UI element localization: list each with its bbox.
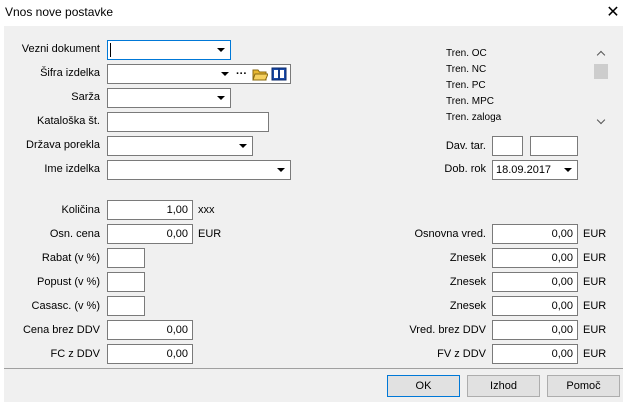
cena-brez-ddv-input[interactable]: 0,00 bbox=[107, 320, 193, 340]
label-drzava-porekla: Država porekla bbox=[26, 139, 100, 151]
ime-izdelka-combo[interactable] bbox=[107, 160, 291, 180]
ok-button[interactable]: OK bbox=[387, 375, 460, 397]
osn-cena-unit: EUR bbox=[198, 228, 222, 240]
fv-z-ddv-unit: EUR bbox=[583, 348, 607, 360]
label-dav-tar: Dav. tar. bbox=[445, 140, 486, 152]
label-kolicina: Količina bbox=[61, 204, 100, 216]
label-cena-brez-ddv: Cena brez DDV bbox=[22, 324, 100, 336]
kataloska-st-input[interactable] bbox=[107, 112, 269, 132]
window-title: Vnos nove postavke bbox=[5, 5, 114, 19]
scroll-up-icon[interactable] bbox=[593, 47, 610, 61]
scroll-down-icon[interactable] bbox=[593, 115, 610, 129]
rabat-input[interactable] bbox=[107, 248, 145, 268]
osnovna-vred-unit: EUR bbox=[583, 228, 607, 240]
folder-open-icon[interactable] bbox=[252, 67, 268, 81]
list-item: Tren. MPC bbox=[446, 96, 494, 107]
label-znesek-casasc: Znesek bbox=[449, 300, 486, 312]
osnovna-vred-input[interactable]: 0,00 bbox=[492, 224, 578, 244]
znesek-popust-unit: EUR bbox=[583, 276, 607, 288]
label-sifra-izdelka: Šifra izdelka bbox=[40, 67, 100, 79]
list-item: Tren. PC bbox=[446, 80, 486, 91]
dav-tar-input-1[interactable] bbox=[492, 136, 523, 156]
sarza-combo[interactable] bbox=[107, 88, 231, 108]
label-sarza: Sarža bbox=[71, 91, 100, 103]
list-item: Tren. zaloga bbox=[446, 112, 502, 123]
dav-tar-input-2[interactable] bbox=[530, 136, 578, 156]
text-caret bbox=[110, 43, 111, 57]
chevron-down-icon[interactable] bbox=[218, 68, 232, 80]
vezni-dokument-combo[interactable] bbox=[107, 40, 231, 60]
label-kataloska-st: Kataloška št. bbox=[37, 115, 100, 127]
label-vred-brez-ddv: Vred. brez DDV bbox=[409, 324, 486, 336]
label-casasc: Casasc. (v %) bbox=[31, 300, 100, 312]
vred-brez-ddv-unit: EUR bbox=[583, 324, 607, 336]
chevron-down-icon[interactable] bbox=[274, 164, 288, 176]
dob-rok-value: 18.09.2017 bbox=[496, 164, 552, 176]
label-popust: Popust (v %) bbox=[37, 276, 100, 288]
label-vezni-dokument: Vezni dokument bbox=[21, 43, 100, 55]
title-bar: Vnos nove postavke ✕ bbox=[0, 0, 627, 26]
label-ime-izdelka: Ime izdelka bbox=[44, 163, 100, 175]
fv-z-ddv-input[interactable]: 0,00 bbox=[492, 344, 578, 364]
kolicina-unit: xxx bbox=[198, 204, 215, 216]
znesek-rabat-input[interactable]: 0,00 bbox=[492, 248, 578, 268]
chevron-down-icon[interactable] bbox=[214, 44, 228, 56]
label-fv-z-ddv: FV z DDV bbox=[437, 348, 486, 360]
dob-rok-date-picker[interactable]: 18.09.2017 bbox=[492, 160, 578, 180]
label-osnovna-vred: Osnovna vred. bbox=[414, 228, 486, 240]
drzava-porekla-combo[interactable] bbox=[107, 136, 253, 156]
list-item: Tren. OC bbox=[446, 48, 487, 59]
fc-z-ddv-input[interactable]: 0,00 bbox=[107, 344, 193, 364]
znesek-casasc-input[interactable]: 0,00 bbox=[492, 296, 578, 316]
kolicina-input[interactable]: 1,00 bbox=[107, 200, 193, 220]
chevron-down-icon[interactable] bbox=[561, 164, 575, 176]
chevron-down-icon[interactable] bbox=[214, 92, 228, 104]
znesek-popust-input[interactable]: 0,00 bbox=[492, 272, 578, 292]
stock-info-list[interactable]: Tren. OC Tren. NC Tren. PC Tren. MPC Tre… bbox=[441, 45, 610, 131]
more-options-icon[interactable]: ··· bbox=[236, 67, 247, 81]
label-rabat: Rabat (v %) bbox=[41, 252, 100, 264]
scrollbar-thumb[interactable] bbox=[594, 64, 608, 79]
sifra-izdelka-combo[interactable]: ··· bbox=[107, 64, 291, 84]
catalog-book-icon[interactable] bbox=[271, 67, 287, 81]
znesek-casasc-unit: EUR bbox=[583, 300, 607, 312]
popust-input[interactable] bbox=[107, 272, 145, 292]
label-dob-rok: Dob. rok bbox=[444, 163, 486, 175]
vred-brez-ddv-input[interactable]: 0,00 bbox=[492, 320, 578, 340]
close-icon[interactable]: ✕ bbox=[603, 4, 623, 22]
label-znesek-popust: Znesek bbox=[449, 276, 486, 288]
znesek-rabat-unit: EUR bbox=[583, 252, 607, 264]
osn-cena-input[interactable]: 0,00 bbox=[107, 224, 193, 244]
list-item: Tren. NC bbox=[446, 64, 487, 75]
stock-list-scrollbar[interactable] bbox=[593, 45, 610, 131]
casasc-input[interactable] bbox=[107, 296, 145, 316]
pomoc-button[interactable]: Pomoč bbox=[547, 375, 620, 397]
label-fc-z-ddv: FC z DDV bbox=[50, 348, 101, 360]
label-osn-cena: Osn. cena bbox=[49, 228, 100, 240]
chevron-down-icon[interactable] bbox=[236, 140, 250, 152]
label-znesek-rabat: Znesek bbox=[449, 252, 486, 264]
izhod-button[interactable]: Izhod bbox=[467, 375, 540, 397]
